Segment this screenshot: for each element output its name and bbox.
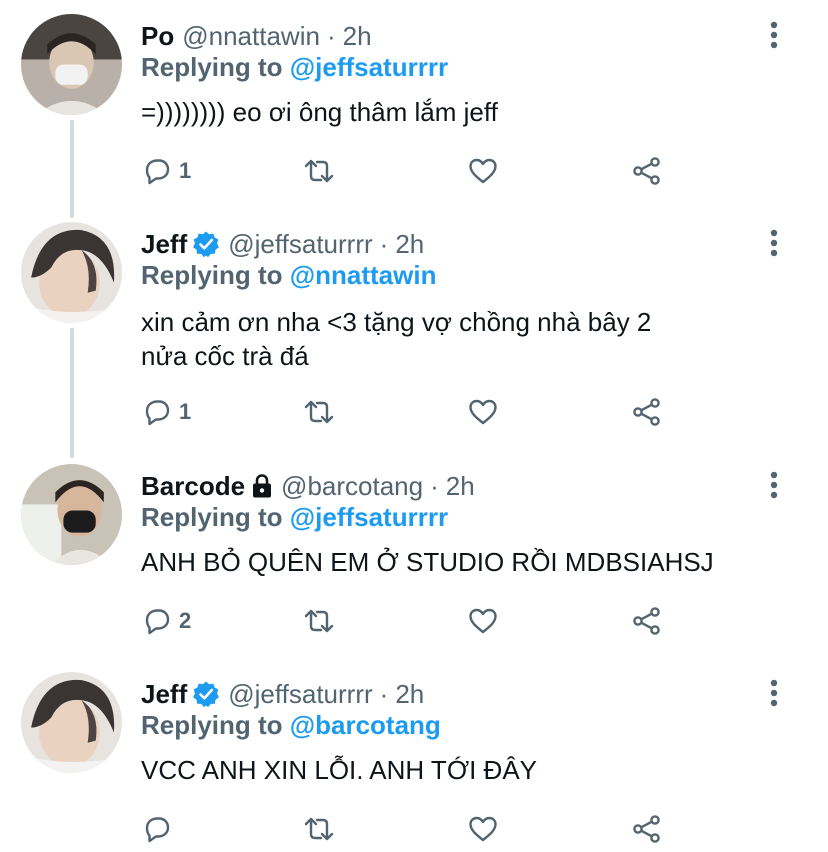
replying-to-label: Replying to: [141, 710, 290, 740]
retweet-button[interactable]: [303, 811, 335, 847]
replying-to: Replying to @barcotang: [141, 710, 441, 741]
replying-to: Replying to @nnattawin: [141, 260, 436, 291]
tweet-text: ANH BỎ QUÊN EM Ở STUDIO RỒI MDBSIAHSJ: [141, 547, 714, 577]
retweet-button[interactable]: [303, 603, 335, 639]
reply-button[interactable]: [141, 811, 173, 847]
like-button[interactable]: [467, 811, 499, 847]
timestamp[interactable]: 2h: [395, 229, 424, 260]
tweet-actions: 1: [141, 394, 681, 430]
mention-link[interactable]: @jeffsaturrrr: [290, 52, 448, 82]
separator-dot: ·: [430, 470, 439, 501]
avatar[interactable]: [21, 464, 122, 565]
share-icon: [633, 398, 660, 426]
tweet[interactable]: Barcode @barcotang · 2h Replying to @jef…: [0, 464, 828, 654]
replying-to-label: Replying to: [141, 502, 290, 532]
share-button[interactable]: [631, 153, 663, 189]
reply-icon: [145, 609, 170, 635]
lock-icon: [253, 474, 272, 498]
username[interactable]: @barcotang: [281, 471, 423, 502]
verified-badge-icon: [193, 231, 220, 258]
replying-to: Replying to @jeffsaturrrr: [141, 502, 448, 533]
separator-dot: ·: [326, 20, 336, 51]
retweet-icon: [304, 400, 334, 424]
reply-count: 1: [179, 158, 192, 183]
avatar-image: [21, 672, 122, 773]
reply-button[interactable]: 1: [141, 153, 191, 189]
share-icon: [633, 157, 660, 185]
verified-badge-icon: [193, 681, 220, 708]
retweet-button[interactable]: [303, 153, 335, 189]
display-name[interactable]: Jeff: [141, 229, 187, 260]
username[interactable]: @jeffsaturrrr: [228, 229, 372, 260]
heart-icon: [469, 158, 497, 184]
tweet-header: Barcode @barcotang · 2h: [141, 468, 475, 504]
separator-dot: ·: [379, 228, 389, 259]
share-button[interactable]: [631, 603, 663, 639]
more-options-button[interactable]: [760, 467, 788, 503]
reply-button[interactable]: 1: [141, 394, 191, 430]
heart-icon: [469, 816, 497, 842]
mention-link[interactable]: @jeffsaturrrr: [290, 502, 448, 532]
avatar-image: [21, 14, 122, 115]
display-name[interactable]: Jeff: [141, 679, 187, 710]
replying-to: Replying to @jeffsaturrrr: [141, 52, 448, 83]
tweet-text: =)))))))) eo ơi ông thâm lắm jeff: [141, 97, 498, 127]
reply-icon: [145, 817, 170, 843]
share-button[interactable]: [631, 811, 663, 847]
tweet-header: Po @nnattawin · 2h: [141, 18, 372, 54]
more-vertical-icon: [770, 229, 778, 257]
like-button[interactable]: [467, 603, 499, 639]
avatar-image: [21, 222, 122, 323]
tweet-text-line: xin cảm ơn nha <3 tặng vợ chồng nhà bây …: [141, 307, 652, 337]
avatar[interactable]: [21, 222, 122, 323]
share-button[interactable]: [631, 394, 663, 430]
tweet[interactable]: Jeff @jeffsaturrrr · 2h Replying to @bar…: [0, 672, 828, 852]
replying-to-label: Replying to: [141, 52, 290, 82]
timestamp[interactable]: 2h: [395, 679, 424, 710]
more-options-button[interactable]: [760, 17, 788, 53]
mention-link[interactable]: @barcotang: [290, 710, 441, 740]
more-vertical-icon: [770, 21, 778, 49]
reply-icon: [145, 400, 170, 426]
timestamp[interactable]: 2h: [343, 21, 372, 52]
share-icon: [633, 607, 660, 635]
reply-button[interactable]: 2: [141, 603, 191, 639]
more-options-button[interactable]: [760, 225, 788, 261]
tweet-actions: 2: [141, 603, 681, 639]
tweet-actions: 1: [141, 153, 681, 189]
like-button[interactable]: [467, 394, 499, 430]
avatar-image: [21, 464, 122, 565]
display-name[interactable]: Barcode: [141, 471, 245, 502]
mention-link[interactable]: @nnattawin: [290, 260, 437, 290]
tweet-header: Jeff @jeffsaturrrr · 2h: [141, 676, 424, 712]
retweet-icon: [304, 609, 334, 633]
replying-to-label: Replying to: [141, 260, 290, 290]
username[interactable]: @nnattawin: [182, 21, 320, 52]
avatar[interactable]: [21, 672, 122, 773]
tweet-actions: [141, 811, 681, 847]
share-icon: [633, 815, 660, 843]
reply-count: 1: [179, 399, 192, 424]
tweet-header: Jeff @jeffsaturrrr · 2h: [141, 226, 424, 262]
more-vertical-icon: [770, 471, 778, 499]
retweet-button[interactable]: [303, 394, 335, 430]
more-vertical-icon: [770, 679, 778, 707]
like-button[interactable]: [467, 153, 499, 189]
separator-dot: ·: [379, 678, 389, 709]
more-options-button[interactable]: [760, 675, 788, 711]
tweet-text-line: nửa cốc trà đá: [141, 341, 309, 371]
tweet[interactable]: Jeff @jeffsaturrrr · 2h Replying to @nna…: [0, 222, 828, 442]
timestamp[interactable]: 2h: [446, 471, 475, 502]
heart-icon: [469, 399, 497, 425]
tweet[interactable]: Po @nnattawin · 2h Replying to @jeffsatu…: [0, 14, 828, 204]
retweet-icon: [304, 817, 334, 841]
heart-icon: [469, 608, 497, 634]
tweet-text: VCC ANH XIN LỖI. ANH TỚI ĐÂY: [141, 755, 538, 785]
reply-count: 2: [179, 608, 192, 633]
username[interactable]: @jeffsaturrrr: [228, 679, 372, 710]
reply-icon: [145, 159, 170, 185]
retweet-icon: [304, 159, 334, 183]
avatar[interactable]: [21, 14, 122, 115]
display-name[interactable]: Po: [141, 21, 174, 52]
